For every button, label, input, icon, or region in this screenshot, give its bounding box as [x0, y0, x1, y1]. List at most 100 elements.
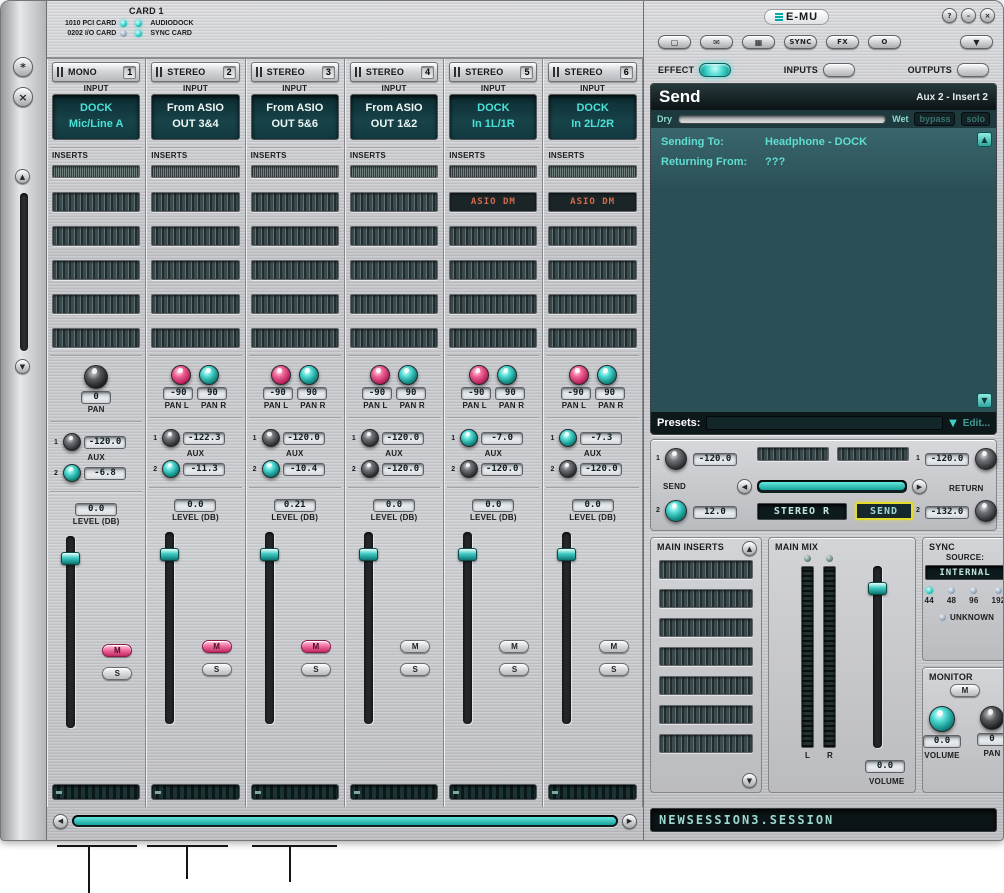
- rate-96[interactable]: 96: [969, 587, 978, 605]
- input-display[interactable]: DOCK In 2L/2R: [548, 94, 636, 140]
- solo-button[interactable]: S: [202, 663, 232, 676]
- new-session-button[interactable]: ▢: [658, 35, 691, 49]
- strips-scrollbar[interactable]: [72, 815, 618, 827]
- rail-scrollbar[interactable]: [20, 193, 28, 351]
- main-fader-handle[interactable]: [868, 582, 887, 595]
- preset-edit-link[interactable]: Edit...: [963, 418, 990, 429]
- pan-left-knob[interactable]: [370, 365, 390, 385]
- send-slider-right-button[interactable]: ▶: [912, 479, 927, 494]
- insert-slot[interactable]: [548, 294, 636, 314]
- strip-header[interactable]: STEREO 5: [449, 62, 537, 82]
- monitor-volume-knob[interactable]: [929, 706, 955, 732]
- insert-slot[interactable]: [350, 328, 438, 348]
- input-display[interactable]: From ASIO OUT 3&4: [151, 94, 239, 140]
- return-2-knob[interactable]: [975, 500, 997, 522]
- pan-left-knob[interactable]: [171, 365, 191, 385]
- insert-slot[interactable]: [548, 165, 636, 178]
- send-2-knob[interactable]: [665, 500, 687, 522]
- input-display[interactable]: From ASIO OUT 5&6: [251, 94, 339, 140]
- tab-effect[interactable]: EFFECT: [658, 63, 731, 77]
- mute-button[interactable]: M: [102, 644, 132, 657]
- insert-slot[interactable]: [151, 226, 239, 246]
- rate-44[interactable]: 44: [925, 587, 934, 605]
- volume-fader[interactable]: [165, 532, 174, 724]
- input-display[interactable]: DOCK In 1L/1R: [449, 94, 537, 140]
- strip-header[interactable]: STEREO 2: [151, 62, 239, 82]
- volume-fader[interactable]: [463, 532, 472, 724]
- help-button[interactable]: ?: [942, 8, 957, 23]
- volume-fader[interactable]: [66, 536, 75, 728]
- fader-handle[interactable]: [160, 548, 179, 561]
- insert-slot-asio-direct-monitor[interactable]: ASIO DM: [449, 192, 537, 212]
- rail-scroll-down-button[interactable]: ▼: [15, 359, 30, 374]
- solo-button[interactable]: S: [400, 663, 430, 676]
- tab-outputs[interactable]: OUTPUTS: [908, 63, 989, 77]
- return-level-knob[interactable]: [975, 448, 997, 470]
- aux2-knob[interactable]: [559, 460, 577, 478]
- scrollbar-thumb[interactable]: [74, 817, 616, 825]
- menu-button[interactable]: ▼: [960, 35, 993, 49]
- insert-slot[interactable]: [251, 165, 339, 178]
- send-slider-left-button[interactable]: ◀: [737, 479, 752, 494]
- insert-slot[interactable]: [52, 294, 140, 314]
- mute-button[interactable]: M: [499, 640, 529, 653]
- fader-handle[interactable]: [260, 548, 279, 561]
- fx-solo-button[interactable]: solo: [961, 112, 990, 126]
- insert-slot[interactable]: [251, 192, 339, 212]
- main-insert-slot[interactable]: [659, 618, 753, 637]
- send-position-slider[interactable]: [757, 480, 907, 493]
- close-button[interactable]: ×: [980, 8, 995, 23]
- monitor-pan-knob[interactable]: [980, 706, 1004, 730]
- scroll-left-button[interactable]: ◀: [53, 814, 68, 829]
- insert-slot[interactable]: [251, 294, 339, 314]
- insert-slot[interactable]: [350, 226, 438, 246]
- preset-dropdown[interactable]: [706, 416, 943, 430]
- aux2-knob[interactable]: [460, 460, 478, 478]
- insert-slot[interactable]: [52, 165, 140, 178]
- insert-slot[interactable]: [350, 192, 438, 212]
- strip-header[interactable]: STEREO 6: [548, 62, 636, 82]
- monitor-mute-button[interactable]: M: [950, 684, 980, 697]
- insert-slot[interactable]: [151, 294, 239, 314]
- volume-fader[interactable]: [364, 532, 373, 724]
- pan-right-knob[interactable]: [597, 365, 617, 385]
- insert-slot-asio-direct-monitor[interactable]: ASIO DM: [548, 192, 636, 212]
- fx-button[interactable]: FX: [826, 35, 859, 49]
- aux1-knob[interactable]: [460, 429, 478, 447]
- mute-button[interactable]: M: [400, 640, 430, 653]
- strip-header[interactable]: STEREO 3: [251, 62, 339, 82]
- effect-scroll-down-button[interactable]: ▼: [977, 393, 992, 408]
- delete-strip-button[interactable]: ×: [13, 87, 33, 107]
- send-level-knob[interactable]: [665, 448, 687, 470]
- inserts-scroll-up-button[interactable]: ▲: [742, 541, 757, 556]
- pan-right-knob[interactable]: [398, 365, 418, 385]
- pan-left-knob[interactable]: [569, 365, 589, 385]
- aux2-knob[interactable]: [162, 460, 180, 478]
- insert-slot[interactable]: [52, 328, 140, 348]
- scroll-right-button[interactable]: ▶: [622, 814, 637, 829]
- mute-button[interactable]: M: [202, 640, 232, 653]
- insert-slot[interactable]: [548, 328, 636, 348]
- dry-wet-slider[interactable]: [678, 115, 886, 124]
- main-insert-slot[interactable]: [659, 647, 753, 666]
- insert-slot[interactable]: [350, 294, 438, 314]
- volume-fader[interactable]: [265, 532, 274, 724]
- aux1-knob[interactable]: [559, 429, 577, 447]
- insert-slot[interactable]: [548, 226, 636, 246]
- insert-slot[interactable]: [449, 294, 537, 314]
- rate-192[interactable]: 192: [991, 587, 1004, 605]
- fader-handle[interactable]: [557, 548, 576, 561]
- insert-slot[interactable]: [350, 260, 438, 280]
- insert-slot[interactable]: [52, 226, 140, 246]
- preset-dropdown-arrow[interactable]: ▼: [949, 418, 957, 429]
- solo-button[interactable]: S: [301, 663, 331, 676]
- input-display[interactable]: From ASIO OUT 1&2: [350, 94, 438, 140]
- insert-slot[interactable]: [449, 260, 537, 280]
- solo-button[interactable]: S: [599, 663, 629, 676]
- send-button[interactable]: SEND: [855, 502, 913, 520]
- rate-48[interactable]: 48: [947, 587, 956, 605]
- insert-slot[interactable]: [151, 165, 239, 178]
- fader-handle[interactable]: [61, 552, 80, 565]
- aux1-knob[interactable]: [162, 429, 180, 447]
- insert-slot[interactable]: [52, 192, 140, 212]
